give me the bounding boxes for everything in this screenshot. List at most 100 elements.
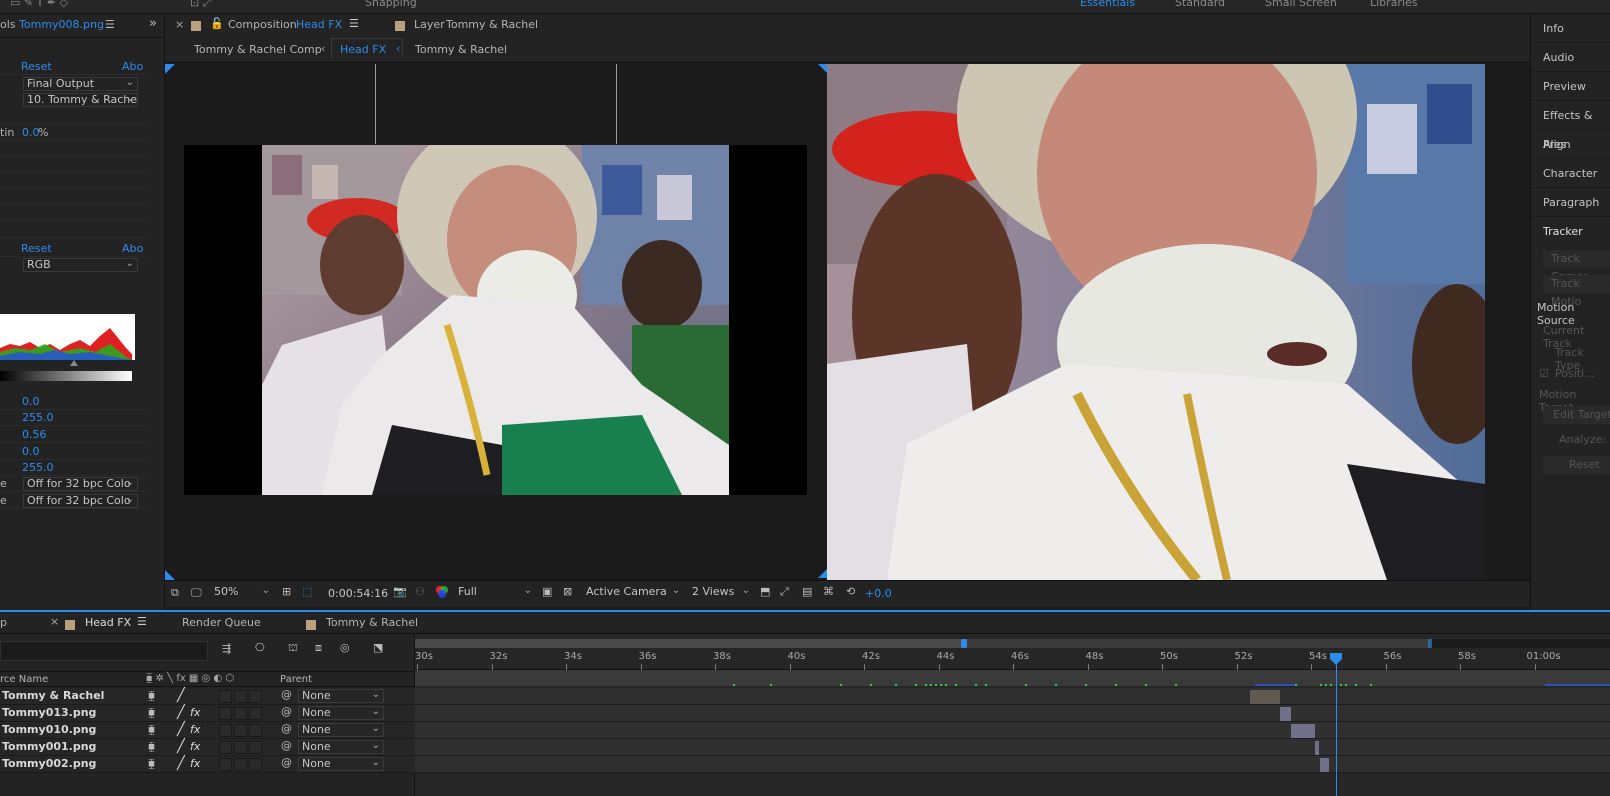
switch-box[interactable] [219,690,232,703]
pickwhip-icon[interactable]: @ [281,705,292,718]
snapshot-camera-icon[interactable]: 📷 [393,585,407,598]
effect-switch[interactable]: fx [190,757,200,770]
lock-icon[interactable]: 🔓 [210,17,224,30]
exposure-value[interactable]: +0.0 [865,587,892,600]
keyframe-marker[interactable] [1085,684,1087,686]
quality-switch-icon[interactable]: ╱ [177,722,185,737]
keyframe-marker[interactable] [985,684,987,686]
work-area-bar[interactable] [415,670,1610,686]
panel-tracker[interactable]: Tracker [1531,217,1610,246]
shy-switch-icon[interactable]: ⧯ [148,740,155,754]
fast-previews-icon[interactable]: ⤢ [780,585,789,599]
flowchart-icon[interactable]: ⌘ [823,585,834,598]
effect-controls-tab[interactable]: ols Tommy008.png ☰ » [0,16,164,38]
pickwhip-icon[interactable]: @ [281,688,292,701]
breadcrumb-comp-1[interactable]: Tommy & Rachel Comp [194,43,322,56]
timeline-tab-prefix[interactable]: p [0,616,7,629]
layer-duration-bar[interactable] [1320,758,1329,772]
blend-value[interactable]: 0.0 [22,126,40,139]
layer-track[interactable] [415,722,1610,739]
panel-character[interactable]: Character [1531,159,1610,188]
keyframe-marker[interactable] [1145,684,1147,686]
panel-info[interactable]: Info [1531,14,1610,43]
keyframe-marker[interactable] [930,684,932,686]
graph-editor-icon[interactable]: ⬔ [373,641,383,654]
tracker-reset-button[interactable]: Reset [1543,456,1610,474]
quality-switch-icon[interactable]: ╱ [177,739,185,754]
layer-track[interactable] [415,756,1610,773]
about-link-2[interactable]: Abo [122,242,143,255]
panel-align[interactable]: Align [1531,130,1610,159]
about-link[interactable]: Abo [122,60,143,73]
switch-box[interactable] [234,690,247,703]
draft-3d-icon[interactable]: ⎔ [255,641,265,654]
layer-row[interactable]: Tommy010.png ⧯ ╱ fx @ None ⌄ [0,722,415,739]
current-time-indicator[interactable] [1336,656,1337,796]
layer-duration-bar[interactable] [1315,741,1319,755]
position-checkbox[interactable]: ☑ [1539,367,1549,380]
pickwhip-icon[interactable]: @ [281,722,292,735]
panel-effects-presets[interactable]: Effects & Pres [1531,101,1610,151]
keyframe-marker[interactable] [1370,684,1372,686]
layer-name[interactable]: Tommy001.png [2,740,96,753]
parent-dropdown[interactable]: None ⌄ [298,689,384,703]
close-tab-icon[interactable]: × [50,615,59,628]
navigator-end-handle[interactable] [1428,639,1432,648]
composition-tab-name[interactable]: Head FX [296,18,342,31]
transparency-grid-icon[interactable]: ⊠ [563,585,572,598]
output-black-value[interactable]: 0.0 [22,445,40,458]
switch-box[interactable] [219,758,232,771]
pickwhip-icon[interactable]: @ [281,739,292,752]
guide-line[interactable] [375,64,376,144]
keyframe-marker[interactable] [940,684,942,686]
toolbar-more-icons[interactable]: ⊡ ⤢ [190,0,212,10]
panel-preview[interactable]: Preview [1531,72,1610,101]
layer-duration-bar[interactable] [1250,690,1280,704]
composition-viewer[interactable] [165,64,1530,580]
keyframe-marker[interactable] [1295,684,1297,686]
reset-exposure-icon[interactable]: ⟲ [846,585,855,598]
quality-switch-icon[interactable]: ╱ [177,705,185,720]
workspace-libraries[interactable]: Libraries [1370,0,1418,9]
keyframe-marker[interactable] [955,684,957,686]
switch-box[interactable] [234,758,247,771]
guide-line[interactable] [616,64,617,144]
keyframe-marker[interactable] [733,684,735,686]
effect-switch[interactable]: fx [190,740,200,753]
layer-track[interactable] [415,705,1610,722]
switch-box[interactable] [249,758,262,771]
layer-name[interactable]: Tommy013.png [2,706,96,719]
layer-name[interactable]: Tommy010.png [2,723,96,736]
input-black-value[interactable]: 0.0 [22,395,40,408]
layer-tab-prefix[interactable]: Layer [414,18,445,31]
layer-duration-bar[interactable] [1291,724,1315,738]
keyframe-marker[interactable] [870,684,872,686]
channels-icon[interactable] [435,585,449,602]
parent-dropdown[interactable]: None ⌄ [298,706,384,720]
layer-dropdown[interactable]: 10. Tommy & Rache ⌄ [23,93,138,107]
expand-chevron-icon[interactable]: » [149,16,157,31]
quality-switch-icon[interactable]: ╱ [177,688,185,703]
keyframe-marker[interactable] [895,684,897,686]
source-name-header[interactable]: rce Name [0,674,48,685]
track-camera-button[interactable]: Track Camer [1543,250,1610,283]
keyframe-marker[interactable] [945,684,947,686]
effect-switch[interactable]: fx [190,723,200,736]
composition-tab-prefix[interactable]: Composition [228,18,297,31]
switch-box[interactable] [249,741,262,754]
clip-white-dropdown[interactable]: Off for 32 bpc Colo ⌄ [23,494,138,508]
time-navigator[interactable] [415,639,1610,648]
switch-box[interactable] [249,707,262,720]
shy-switch-icon[interactable]: ⧯ [148,706,155,720]
gamma-value[interactable]: 0.56 [22,428,47,441]
region-of-interest-icon[interactable]: ▣ [542,585,552,598]
switch-box[interactable] [234,741,247,754]
workspace-essentials[interactable]: Essentials [1080,0,1135,9]
comp-mini-flowchart-icon[interactable]: ⇶ [222,642,231,655]
timeline-tab-tommy-rachel[interactable]: Tommy & Rachel [326,616,418,629]
reset-link[interactable]: Reset [21,60,52,73]
layer-duration-bar[interactable] [1280,707,1291,721]
layer-name[interactable]: Tommy002.png [2,757,96,770]
parent-dropdown[interactable]: None ⌄ [298,723,384,737]
parent-header[interactable]: Parent [280,674,312,685]
